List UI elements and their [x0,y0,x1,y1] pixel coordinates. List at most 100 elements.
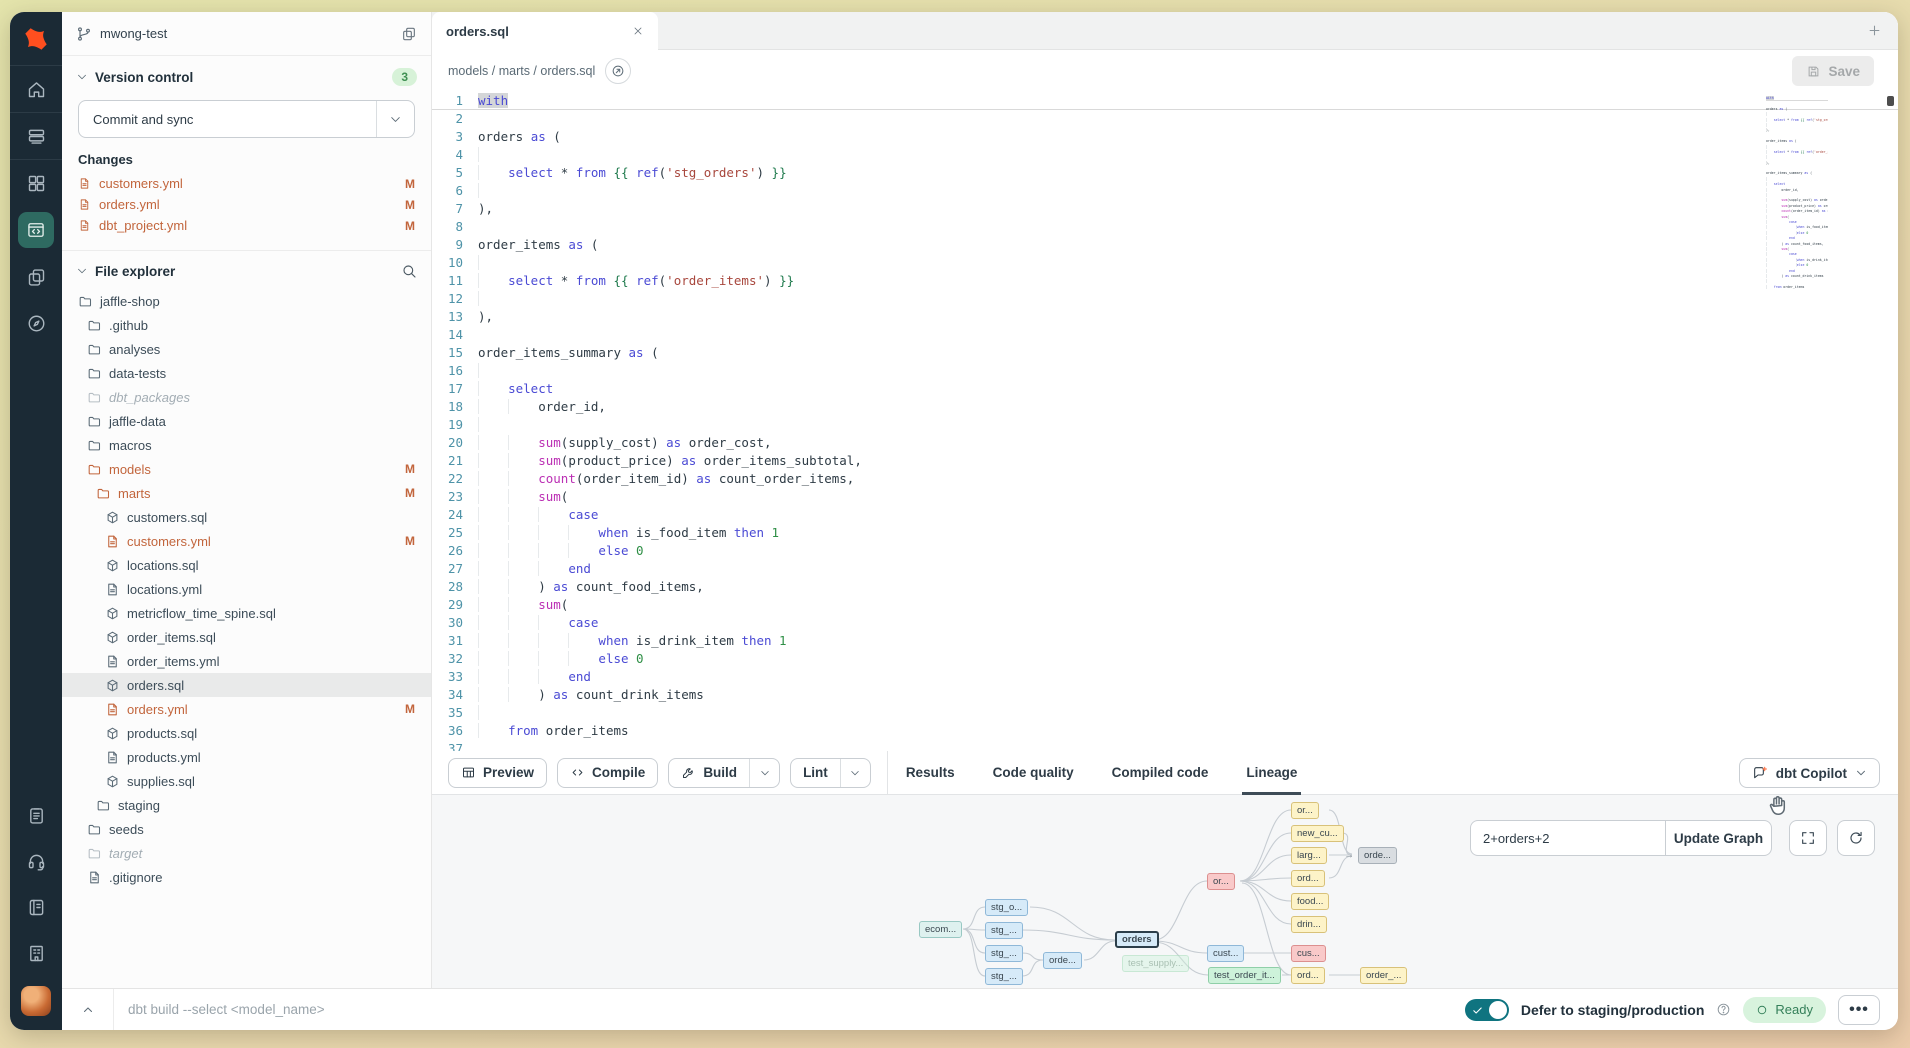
line-number: 6 [432,182,478,200]
tree-item-analyses[interactable]: analyses [62,337,431,361]
tab-lineage[interactable]: Lineage [1242,751,1301,795]
lineage-node[interactable]: food... [1291,893,1329,910]
tree-item-locations-yml[interactable]: locations.yml [62,577,431,601]
tree-item--github[interactable]: .github [62,313,431,337]
user-avatar[interactable] [21,986,51,1016]
lineage-node[interactable]: test_supply... [1122,955,1189,972]
rail-code-window-icon[interactable] [10,206,62,254]
tree-item-staging[interactable]: staging [62,793,431,817]
dbt-logo-icon[interactable] [10,12,62,66]
lineage-node[interactable]: stg_... [985,922,1023,939]
tree-item-jaffle-shop[interactable]: jaffle-shop [62,289,431,313]
code-editor[interactable]: 1with23orders as (4 5 select * from {{ r… [432,92,1898,751]
lineage-node[interactable]: orde... [1043,952,1082,969]
changed-file-row[interactable]: customers.ymlM [62,173,431,194]
lineage-node[interactable]: stg_... [985,968,1023,985]
lint-button[interactable]: Lint [790,758,871,788]
preview-button[interactable]: Preview [448,758,547,788]
editor-scrollbar[interactable] [1887,96,1894,106]
tab-results[interactable]: Results [902,751,959,795]
tree-item-jaffle-data[interactable]: jaffle-data [62,409,431,433]
lineage-node[interactable]: test_order_it... [1208,967,1281,984]
tab-code-quality[interactable]: Code quality [989,751,1078,795]
tree-item-customers-yml[interactable]: customers.ymlM [62,529,431,553]
more-options-button[interactable]: ••• [1838,995,1880,1025]
defer-toggle[interactable] [1465,999,1509,1021]
rail-headset-icon[interactable] [10,838,62,884]
rail-copies-icon[interactable] [10,254,62,300]
commit-options-chevron-icon[interactable] [376,101,414,137]
lineage-node[interactable]: stg_... [985,945,1023,962]
changed-file-row[interactable]: orders.ymlM [62,194,431,215]
tree-item-metricflow-time-spine-sql[interactable]: metricflow_time_spine.sql [62,601,431,625]
tree-item-marts[interactable]: martsM [62,481,431,505]
save-button[interactable]: Save [1792,56,1874,86]
copy-branch-icon[interactable] [401,26,417,42]
rail-compass-icon[interactable] [10,300,62,346]
modified-badge: M [405,486,415,500]
rail-stack-icon[interactable] [10,113,62,159]
lineage-node[interactable]: orders [1115,931,1159,948]
refresh-icon[interactable] [1837,820,1875,856]
dbt-copilot-button[interactable]: dbt Copilot [1739,758,1880,788]
lineage-node[interactable]: order_... [1360,967,1407,984]
tree-item-orders-yml[interactable]: orders.ymlM [62,697,431,721]
compile-button[interactable]: Compile [557,758,658,788]
tree-item-orders-sql[interactable]: orders.sql [62,673,431,697]
rail-clipboard-icon[interactable] [10,792,62,838]
build-options-chevron-icon[interactable] [749,759,779,787]
fullscreen-icon[interactable] [1789,820,1827,856]
lineage-node[interactable]: drin... [1291,916,1327,933]
tree-item-customers-sql[interactable]: customers.sql [62,505,431,529]
changed-file-row[interactable]: dbt_project.ymlM [62,215,431,236]
tree-item-products-yml[interactable]: products.yml [62,745,431,769]
tab-orders-sql[interactable]: orders.sql [432,12,658,50]
tree-item-order-items-yml[interactable]: order_items.yml [62,649,431,673]
line-number: 10 [432,254,478,272]
version-control-header[interactable]: Version control 3 [62,56,431,94]
lineage-node[interactable]: larg... [1291,847,1327,864]
lineage-node[interactable]: or... [1207,873,1235,890]
lineage-node[interactable]: stg_o... [985,899,1028,916]
tree-item-seeds[interactable]: seeds [62,817,431,841]
lineage-node[interactable]: ecom... [919,921,962,938]
open-lineage-icon[interactable] [605,58,631,84]
tree-item--gitignore[interactable]: .gitignore [62,865,431,889]
tree-item-target[interactable]: target [62,841,431,865]
tab-compiled-code[interactable]: Compiled code [1108,751,1213,795]
tree-item-models[interactable]: modelsM [62,457,431,481]
commit-and-sync-button[interactable]: Commit and sync [78,100,415,138]
lineage-node[interactable]: cus... [1291,945,1326,962]
build-button[interactable]: Build [668,758,780,788]
rail-grid-icon[interactable] [10,160,62,206]
tree-item-supplies-sql[interactable]: supplies.sql [62,769,431,793]
command-bar-expand-icon[interactable] [62,989,114,1030]
rail-notebook-icon[interactable] [10,884,62,930]
lineage-node[interactable]: ord... [1291,870,1325,887]
lineage-node[interactable]: or... [1291,802,1319,819]
lint-options-chevron-icon[interactable] [840,759,870,787]
tree-item-locations-sql[interactable]: locations.sql [62,553,431,577]
new-tab-plus-icon[interactable] [1867,23,1882,38]
rail-building-icon[interactable] [10,930,62,976]
lineage-node[interactable]: new_cu... [1291,825,1344,842]
tree-item-data-tests[interactable]: data-tests [62,361,431,385]
tree-item-products-sql[interactable]: products.sql [62,721,431,745]
close-tab-icon[interactable] [632,25,644,37]
code-line-8: 8 [432,218,1898,236]
tree-item-dbt-packages[interactable]: dbt_packages [62,385,431,409]
search-icon[interactable] [401,263,417,279]
rail-home-icon[interactable] [10,66,62,112]
lineage-node[interactable]: orde... [1358,847,1397,864]
tree-item-macros[interactable]: macros [62,433,431,457]
help-icon[interactable] [1716,1002,1731,1017]
update-graph-button[interactable]: Update Graph [1666,820,1772,856]
command-input[interactable]: dbt build --select <model_name> [128,1002,325,1017]
lineage-node[interactable]: cust... [1207,945,1244,962]
file-explorer-header[interactable]: File explorer [62,251,431,289]
lineage-node[interactable]: ord... [1291,967,1325,984]
code-line-3: 3orders as ( [432,128,1898,146]
lineage-selector-input[interactable] [1470,820,1666,856]
tree-item-order-items-sql[interactable]: order_items.sql [62,625,431,649]
tree-item-label: dbt_packages [109,390,190,405]
